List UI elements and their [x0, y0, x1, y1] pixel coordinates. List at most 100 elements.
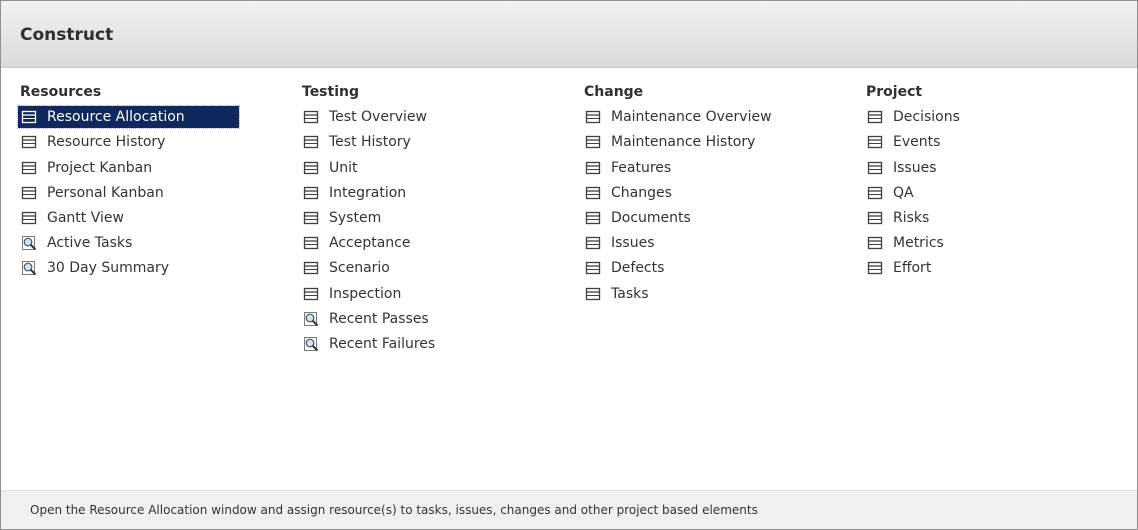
- item-label: QA: [893, 184, 914, 201]
- table-icon: [585, 235, 601, 251]
- table-icon: [867, 185, 883, 201]
- item-resource-allocation[interactable]: Resource Allocation: [17, 105, 240, 130]
- item-label: Integration: [329, 184, 407, 201]
- item-gantt-view[interactable]: Gantt View: [18, 207, 239, 229]
- item-recent-passes[interactable]: Recent Passes: [300, 308, 435, 330]
- section-heading: Resources: [20, 84, 102, 100]
- item-label: Defects: [611, 260, 665, 277]
- item-label: Decisions: [893, 109, 960, 126]
- item-label: System: [329, 209, 382, 226]
- item-resource-history[interactable]: Resource History: [18, 131, 239, 153]
- item-test-overview[interactable]: Test Overview: [300, 106, 435, 128]
- table-icon: [867, 160, 883, 176]
- table-icon: [303, 210, 319, 226]
- item-label: Events: [893, 134, 941, 151]
- table-icon: [303, 235, 319, 251]
- item-defects[interactable]: Defects: [582, 257, 772, 279]
- item-label: Tasks: [611, 285, 649, 302]
- item-maintenance-history[interactable]: Maintenance History: [582, 131, 772, 153]
- table-icon: [867, 210, 883, 226]
- item-label: Inspection: [329, 285, 402, 302]
- item-system[interactable]: System: [300, 207, 435, 229]
- table-icon: [867, 260, 883, 276]
- item-label: Risks: [893, 209, 930, 226]
- item-changes[interactable]: Changes: [582, 182, 772, 204]
- table-icon: [585, 185, 601, 201]
- item-label: Features: [611, 159, 672, 176]
- item-label: Gantt View: [47, 209, 124, 226]
- item-issues[interactable]: Issues: [864, 157, 960, 179]
- item-acceptance[interactable]: Acceptance: [300, 232, 435, 254]
- table-icon: [585, 109, 601, 125]
- section-heading: Testing: [302, 84, 359, 100]
- item-active-tasks[interactable]: Active Tasks: [18, 232, 239, 254]
- item-label: Maintenance Overview: [611, 109, 772, 126]
- column-resources: Resources Resource Allocation Resource His…: [17, 81, 240, 279]
- search-icon: [303, 336, 319, 352]
- table-icon: [585, 286, 601, 302]
- table-icon: [867, 109, 883, 125]
- item-personal-kanban[interactable]: Personal Kanban: [18, 182, 239, 204]
- item-label: Test Overview: [329, 109, 427, 126]
- table-icon: [303, 260, 319, 276]
- item-label: Unit: [329, 159, 358, 176]
- status-bar: Open the Resource Allocation window and …: [1, 490, 1137, 529]
- panel-header: Construct: [1, 1, 1137, 68]
- item-documents[interactable]: Documents: [582, 207, 772, 229]
- item-label: Resource History: [47, 134, 166, 151]
- item-unit[interactable]: Unit: [300, 157, 435, 179]
- table-icon: [585, 134, 601, 150]
- item-label: Metrics: [893, 235, 944, 252]
- item-label: Issues: [893, 159, 937, 176]
- item-recent-failures[interactable]: Recent Failures: [300, 333, 435, 355]
- item-label: Resource Allocation: [47, 109, 185, 126]
- item-label: Documents: [611, 209, 691, 226]
- item-label: Scenario: [329, 260, 390, 277]
- column-project: Project Decisions Events Issues QA Risks Metri…: [864, 81, 960, 279]
- item-label: Active Tasks: [47, 235, 133, 252]
- item-issues[interactable]: Issues: [582, 232, 772, 254]
- item-qa[interactable]: QA: [864, 182, 960, 204]
- table-icon: [585, 210, 601, 226]
- table-icon: [585, 260, 601, 276]
- table-icon: [303, 160, 319, 176]
- column-change: Change Maintenance Overview Maintenance Hi…: [582, 81, 772, 305]
- table-icon: [303, 185, 319, 201]
- table-icon: [21, 185, 37, 201]
- item-effort[interactable]: Effort: [864, 257, 960, 279]
- item-metrics[interactable]: Metrics: [864, 232, 960, 254]
- item-label: Recent Failures: [329, 335, 436, 352]
- item-decisions[interactable]: Decisions: [864, 106, 960, 128]
- item-tasks[interactable]: Tasks: [582, 283, 772, 305]
- table-icon: [303, 286, 319, 302]
- search-icon: [21, 235, 37, 251]
- item-features[interactable]: Features: [582, 157, 772, 179]
- item-scenario[interactable]: Scenario: [300, 257, 435, 279]
- item-risks[interactable]: Risks: [864, 207, 960, 229]
- item-label: Test History: [329, 134, 411, 151]
- status-text: Open the Resource Allocation window and …: [30, 503, 758, 517]
- item-label: Project Kanban: [47, 159, 153, 176]
- item-maintenance-overview[interactable]: Maintenance Overview: [582, 106, 772, 128]
- item-label: Acceptance: [329, 235, 411, 252]
- construct-panel: Construct Resources Resource Allocation Re…: [0, 0, 1138, 530]
- item-30-day-summary[interactable]: 30 Day Summary: [18, 257, 239, 279]
- item-label: Recent Passes: [329, 310, 429, 327]
- item-label: Changes: [611, 184, 672, 201]
- search-icon: [303, 311, 319, 327]
- table-icon: [303, 134, 319, 150]
- table-icon: [21, 109, 37, 125]
- table-icon: [585, 160, 601, 176]
- section-heading: Change: [584, 84, 644, 100]
- item-integration[interactable]: Integration: [300, 182, 435, 204]
- item-label: 30 Day Summary: [47, 260, 170, 277]
- item-test-history[interactable]: Test History: [300, 131, 435, 153]
- item-label: Issues: [611, 235, 655, 252]
- panel-title: Construct: [20, 25, 114, 45]
- item-label: Effort: [893, 260, 932, 277]
- item-project-kanban[interactable]: Project Kanban: [18, 157, 239, 179]
- item-events[interactable]: Events: [864, 131, 960, 153]
- item-label: Maintenance History: [611, 134, 756, 151]
- item-inspection[interactable]: Inspection: [300, 283, 435, 305]
- column-testing: Testing Test Overview Test History Unit Inte…: [300, 81, 435, 355]
